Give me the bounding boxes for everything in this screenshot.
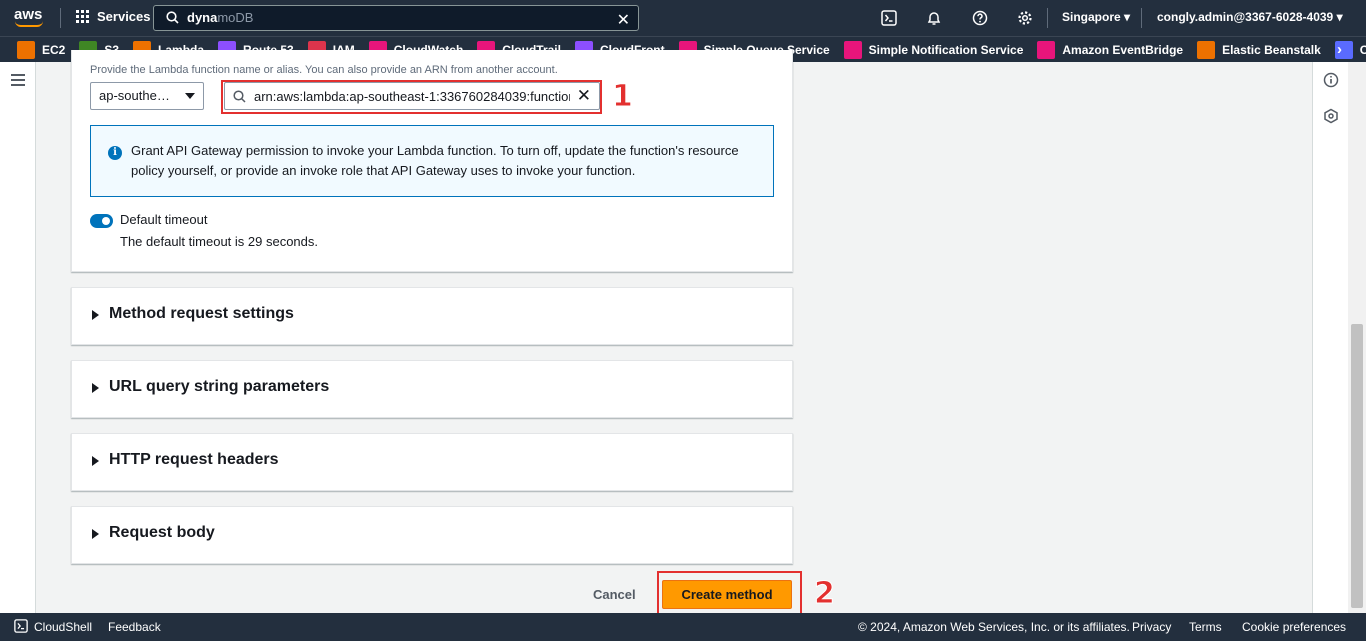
services-menu-button[interactable]: Services bbox=[76, 9, 151, 24]
default-timeout-toggle[interactable] bbox=[90, 214, 113, 228]
caret-down-icon bbox=[185, 93, 195, 99]
info-alert-text: Grant API Gateway permission to invoke y… bbox=[131, 143, 739, 178]
search-typed-text: dyna bbox=[187, 10, 218, 25]
services-label: Services bbox=[97, 9, 151, 24]
annotation-number-1: 1 bbox=[612, 79, 634, 115]
service-icon bbox=[17, 40, 35, 59]
section-title: URL query string parameters bbox=[109, 378, 330, 395]
annotation-box-1 bbox=[221, 80, 602, 114]
section-title: HTTP request headers bbox=[109, 451, 279, 468]
service-icon bbox=[1197, 40, 1216, 59]
scrollbar-thumb[interactable] bbox=[1351, 324, 1363, 608]
search-input[interactable]: dynamoDB bbox=[187, 10, 253, 25]
expand-caret-icon bbox=[92, 383, 99, 393]
cloudshell-footer-icon[interactable] bbox=[14, 619, 28, 636]
feedback-link[interactable]: Feedback bbox=[108, 620, 161, 634]
expand-caret-icon bbox=[92, 456, 99, 466]
menu-hamburger-icon[interactable] bbox=[11, 74, 25, 86]
nav-divider bbox=[60, 8, 61, 28]
default-timeout-description: The default timeout is 29 seconds. bbox=[120, 234, 319, 249]
service-icon bbox=[843, 40, 862, 59]
cloudshell-link[interactable]: CloudShell bbox=[34, 620, 92, 634]
chevron-down-icon: ▾ bbox=[1336, 10, 1343, 24]
url-query-string-parameters-section[interactable]: URL query string parameters bbox=[71, 360, 793, 418]
expand-caret-icon bbox=[92, 529, 99, 539]
lambda-region-value: ap-southe… bbox=[99, 88, 170, 103]
search-icon bbox=[166, 11, 179, 24]
cookie-preferences-link[interactable]: Cookie preferences bbox=[1242, 620, 1346, 634]
nav-divider bbox=[1141, 8, 1142, 28]
help-icon[interactable] bbox=[970, 8, 990, 28]
account-menu[interactable]: congly.admin@3367-6028-4039 ▾ bbox=[1157, 10, 1343, 24]
privacy-link[interactable]: Privacy bbox=[1132, 620, 1171, 634]
info-panel-icon[interactable] bbox=[1321, 70, 1341, 90]
copyright-text: © 2024, Amazon Web Services, Inc. or its… bbox=[858, 620, 1130, 634]
cube-icon[interactable] bbox=[1321, 106, 1341, 126]
section-title: Request body bbox=[109, 524, 215, 541]
account-label: congly.admin@3367-6028-4039 bbox=[1157, 10, 1334, 24]
lambda-function-hint: Provide the Lambda function name or alia… bbox=[90, 64, 558, 76]
aws-logo[interactable]: aws bbox=[14, 6, 46, 30]
default-timeout-label: Default timeout bbox=[120, 212, 208, 227]
terms-link[interactable]: Terms bbox=[1189, 620, 1222, 634]
cloudshell-icon[interactable] bbox=[879, 8, 899, 28]
favorite-amazon-eventbridge[interactable]: Amazon EventBridge bbox=[1037, 40, 1184, 59]
region-selector[interactable]: Singapore ▾ bbox=[1062, 10, 1130, 24]
left-rail bbox=[0, 62, 36, 613]
right-rail bbox=[1312, 62, 1348, 613]
service-icon bbox=[1037, 40, 1056, 59]
cancel-button[interactable]: Cancel bbox=[593, 587, 636, 602]
lambda-region-select[interactable]: ap-southe… bbox=[90, 82, 204, 110]
favorite-ec2[interactable]: EC2 bbox=[17, 40, 66, 59]
expand-caret-icon bbox=[92, 310, 99, 320]
annotation-number-2: 2 bbox=[814, 576, 836, 612]
top-navigation: aws Services dynamoDB ✕ Singapore ▾ cong… bbox=[0, 0, 1366, 36]
http-request-headers-section[interactable]: HTTP request headers bbox=[71, 433, 793, 491]
favorite-label: Amazon EventBridge bbox=[1062, 42, 1184, 57]
search-suggestion-text: moDB bbox=[217, 10, 254, 25]
chevron-down-icon: ▾ bbox=[1124, 10, 1131, 24]
search-box[interactable]: dynamoDB ✕ bbox=[153, 5, 639, 31]
section-title: Method request settings bbox=[109, 305, 294, 322]
region-label: Singapore bbox=[1062, 10, 1121, 24]
page-scrollbar[interactable] bbox=[1348, 62, 1366, 613]
grid-icon bbox=[76, 9, 90, 24]
request-body-section[interactable]: Request body bbox=[71, 506, 793, 564]
method-request-settings-section[interactable]: Method request settings bbox=[71, 287, 793, 345]
nav-divider bbox=[1047, 8, 1048, 28]
chevron-right-icon[interactable]: › bbox=[1337, 41, 1342, 58]
favorite-label: Cloud9 bbox=[1360, 43, 1366, 57]
info-icon: i bbox=[108, 146, 122, 160]
notifications-bell-icon[interactable] bbox=[924, 8, 944, 28]
favorite-simple-notification-service[interactable]: Simple Notification Service bbox=[843, 40, 1024, 59]
favorite-label: Elastic Beanstalk bbox=[1222, 42, 1321, 57]
info-alert: i Grant API Gateway permission to invoke… bbox=[90, 125, 774, 197]
clear-search-icon[interactable]: ✕ bbox=[617, 10, 630, 30]
settings-gear-icon[interactable] bbox=[1015, 8, 1035, 28]
favorite-label: Simple Notification Service bbox=[868, 42, 1024, 57]
favorite-elastic-beanstalk[interactable]: Elastic Beanstalk bbox=[1197, 40, 1321, 59]
favorite-label: EC2 bbox=[42, 42, 66, 57]
footer: CloudShell Feedback © 2024, Amazon Web S… bbox=[0, 613, 1366, 641]
